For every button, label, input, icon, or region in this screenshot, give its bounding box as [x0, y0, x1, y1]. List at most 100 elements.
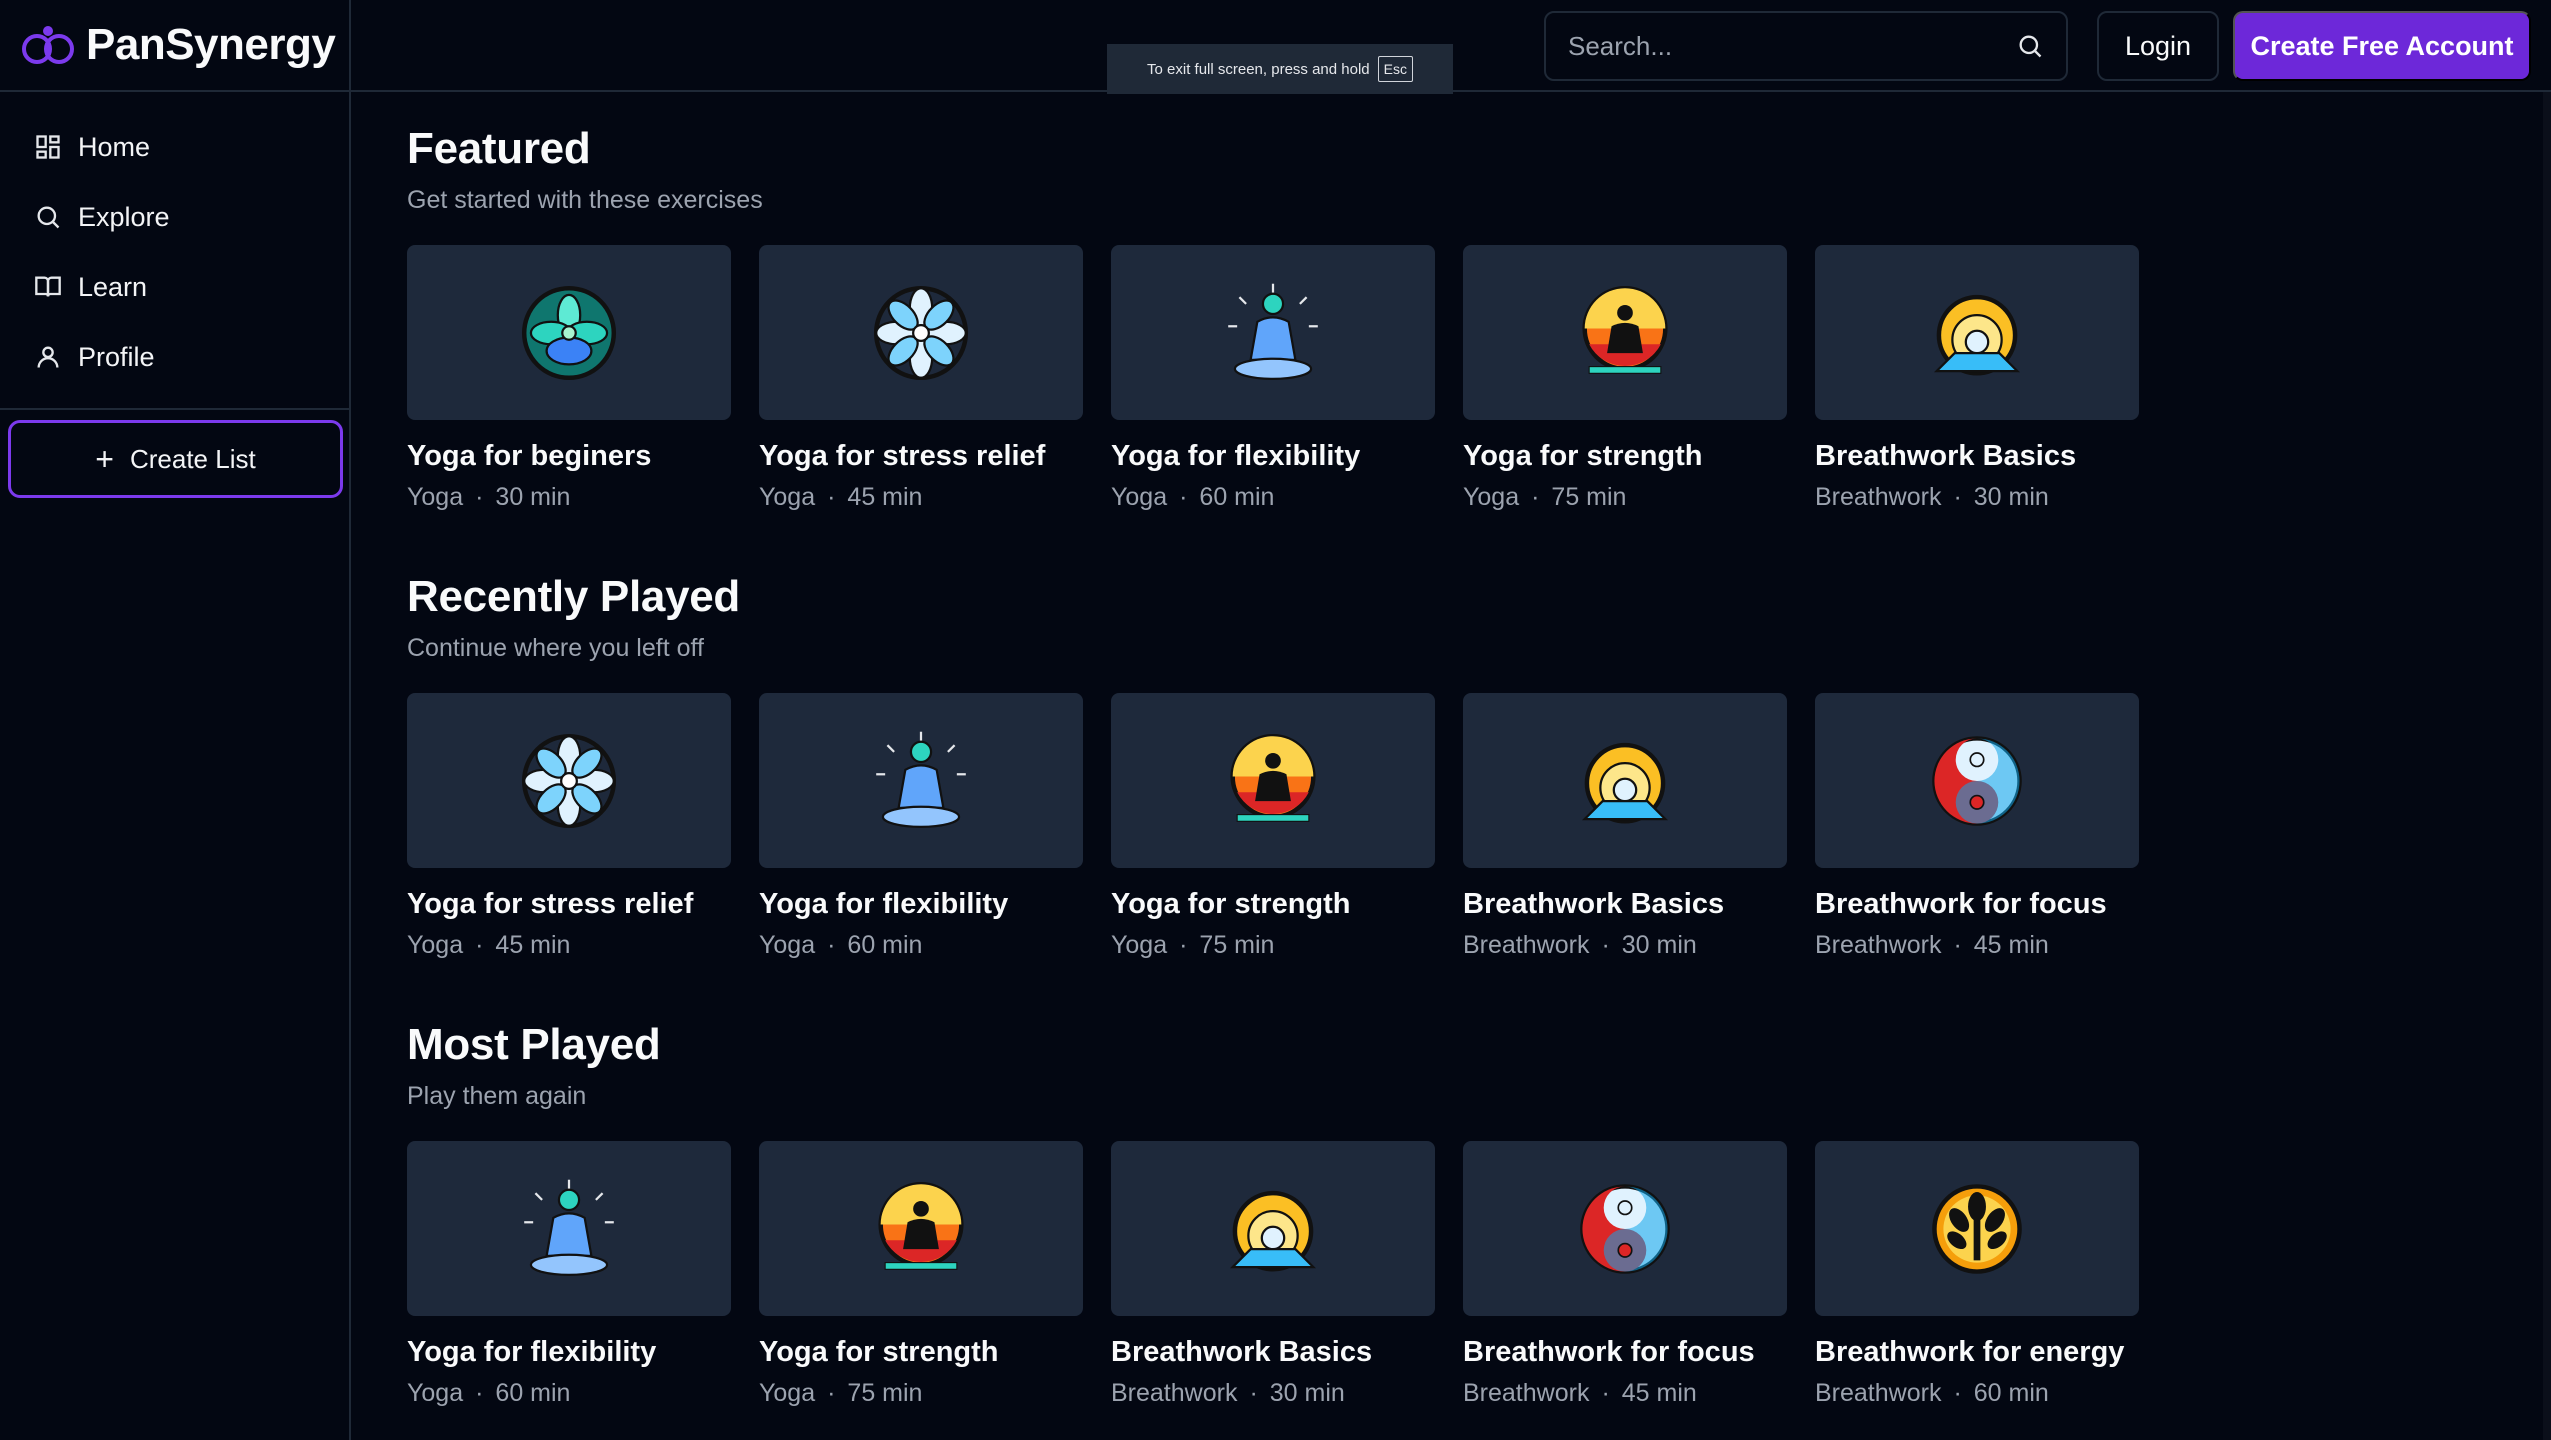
- user-icon: [37, 346, 59, 368]
- card-category: Breathwork: [1815, 931, 1942, 959]
- card-title[interactable]: Yoga for flexibility: [1111, 440, 1435, 473]
- search-input[interactable]: [1568, 30, 2016, 62]
- exercise-card[interactable]: Breathwork for focus Breathwork · 45 min: [1815, 693, 2139, 960]
- create-list-button[interactable]: + Create List: [8, 420, 343, 498]
- card-title[interactable]: Yoga for strength: [1111, 888, 1435, 921]
- exercise-card[interactable]: Breathwork for focus Breathwork · 45 min: [1463, 1141, 1787, 1408]
- login-button[interactable]: Login: [2097, 11, 2219, 81]
- card-title[interactable]: Yoga for flexibility: [407, 1336, 731, 1369]
- card-category: Yoga: [1463, 483, 1520, 511]
- sunrise-icon: [1933, 294, 2021, 376]
- card-thumbnail[interactable]: [759, 1141, 1083, 1316]
- card-title[interactable]: Breathwork Basics: [1111, 1336, 1435, 1369]
- exercise-card[interactable]: Yoga for flexibility Yoga · 60 min: [759, 693, 1083, 960]
- topbar: To exit full screen, press and hold Esc …: [351, 0, 2551, 94]
- card-thumbnail[interactable]: [1111, 693, 1435, 868]
- card-title[interactable]: Breathwork Basics: [1815, 440, 2139, 473]
- sidebar-item-profile[interactable]: Profile: [0, 322, 349, 392]
- search-box[interactable]: [1544, 11, 2068, 81]
- brand[interactable]: PanSynergy: [0, 0, 349, 92]
- section-title: Recently Played: [407, 572, 740, 621]
- card-thumbnail[interactable]: [1463, 1141, 1787, 1316]
- card-title[interactable]: Breathwork for energy: [1815, 1336, 2139, 1369]
- card-duration: 60 min: [847, 931, 923, 959]
- card-title[interactable]: Yoga for flexibility: [759, 888, 1083, 921]
- card-category: Yoga: [407, 931, 464, 959]
- card-meta: Breathwork · 45 min: [1815, 931, 2139, 960]
- card-meta: Yoga · 60 min: [407, 1379, 731, 1408]
- app-root: PanSynergy Home Explore Learn Profile + …: [0, 0, 2551, 1440]
- exercise-card[interactable]: Yoga for stress relief Yoga · 45 min: [407, 693, 731, 960]
- card-thumbnail[interactable]: [407, 693, 731, 868]
- separator-dot: ·: [1531, 483, 1540, 511]
- section-title: Most Played: [407, 1020, 661, 1069]
- flower-white-icon: [521, 733, 617, 828]
- exercise-card[interactable]: Breathwork Basics Breathwork · 30 min: [1815, 245, 2139, 512]
- card-thumbnail[interactable]: [759, 245, 1083, 420]
- main-content: Featured Get started with these exercise…: [407, 92, 2167, 1436]
- card-category: Yoga: [1111, 483, 1168, 511]
- create-account-button[interactable]: Create Free Account: [2233, 11, 2531, 81]
- card-meta: Breathwork · 45 min: [1463, 1379, 1787, 1408]
- separator-dot: ·: [827, 1379, 836, 1407]
- search-icon[interactable]: [2016, 32, 2044, 60]
- card-category: Breathwork: [1463, 931, 1590, 959]
- card-thumbnail[interactable]: [1815, 1141, 2139, 1316]
- sidebar-item-learn[interactable]: Learn: [0, 252, 349, 322]
- yin-yang-icon: [1932, 735, 2022, 826]
- card-row: Yoga for beginers Yoga · 30 min Yoga for s…: [407, 245, 2167, 512]
- card-thumbnail[interactable]: [1815, 245, 2139, 420]
- exercise-card[interactable]: Yoga for strength Yoga · 75 min: [1463, 245, 1787, 512]
- card-meta: Yoga · 60 min: [759, 931, 1083, 960]
- card-title[interactable]: Yoga for stress relief: [407, 888, 731, 921]
- sidebar-item-explore[interactable]: Explore: [0, 182, 349, 252]
- card-thumbnail[interactable]: [407, 245, 731, 420]
- card-title[interactable]: Breathwork Basics: [1463, 888, 1787, 921]
- card-thumbnail[interactable]: [1815, 693, 2139, 868]
- search-icon: [37, 206, 60, 229]
- separator-dot: ·: [1953, 931, 1962, 959]
- card-row: Yoga for stress relief Yoga · 45 min Yoga …: [407, 693, 2167, 960]
- card-title[interactable]: Breathwork for focus: [1463, 1336, 1787, 1369]
- card-meta: Yoga · 45 min: [759, 483, 1083, 512]
- exercise-card[interactable]: Breathwork Basics Breathwork · 30 min: [1111, 1141, 1435, 1408]
- meditation-sunset-icon: [1582, 285, 1668, 374]
- separator-dot: ·: [827, 483, 836, 511]
- exercise-card[interactable]: Yoga for beginers Yoga · 30 min: [407, 245, 731, 512]
- exercise-card[interactable]: Yoga for stress relief Yoga · 45 min: [759, 245, 1083, 512]
- separator-dot: ·: [1179, 483, 1188, 511]
- separator-dot: ·: [1953, 483, 1962, 511]
- page-scrollbar[interactable]: [2543, 92, 2551, 1440]
- exercise-card[interactable]: Yoga for flexibility Yoga · 60 min: [1111, 245, 1435, 512]
- card-title[interactable]: Yoga for beginers: [407, 440, 731, 473]
- card-title[interactable]: Yoga for strength: [1463, 440, 1787, 473]
- card-title[interactable]: Yoga for stress relief: [759, 440, 1083, 473]
- card-thumbnail[interactable]: [1463, 245, 1787, 420]
- card-category: Breathwork: [1463, 1379, 1590, 1407]
- card-thumbnail[interactable]: [407, 1141, 731, 1316]
- sidebar-divider: [0, 408, 349, 410]
- section-subtitle: Get started with these exercises: [407, 186, 763, 214]
- card-meta: Yoga · 75 min: [1111, 931, 1435, 960]
- exercise-card[interactable]: Yoga for flexibility Yoga · 60 min: [407, 1141, 731, 1408]
- card-title[interactable]: Yoga for strength: [759, 1336, 1083, 1369]
- card-thumbnail[interactable]: [1463, 693, 1787, 868]
- meditation-sunset-icon: [878, 1181, 964, 1270]
- card-thumbnail[interactable]: [1111, 1141, 1435, 1316]
- card-title[interactable]: Breathwork for focus: [1815, 888, 2139, 921]
- exercise-card[interactable]: Yoga for strength Yoga · 75 min: [759, 1141, 1083, 1408]
- card-category: Breathwork: [1815, 483, 1942, 511]
- sidebar-item-label: Profile: [78, 341, 155, 372]
- card-thumbnail[interactable]: [759, 693, 1083, 868]
- card-category: Yoga: [759, 483, 816, 511]
- exercise-card[interactable]: Breathwork for energy Breathwork · 60 min: [1815, 1141, 2139, 1408]
- card-thumbnail[interactable]: [1111, 245, 1435, 420]
- sunrise-icon: [1229, 1190, 1317, 1272]
- separator-dot: ·: [827, 931, 836, 959]
- exercise-card[interactable]: Breathwork Basics Breathwork · 30 min: [1463, 693, 1787, 960]
- create-list-label: Create List: [129, 443, 256, 474]
- sidebar-item-home[interactable]: Home: [0, 112, 349, 182]
- yin-yang-icon: [1580, 1183, 1670, 1274]
- exercise-card[interactable]: Yoga for strength Yoga · 75 min: [1111, 693, 1435, 960]
- card-duration: 75 min: [1551, 483, 1627, 511]
